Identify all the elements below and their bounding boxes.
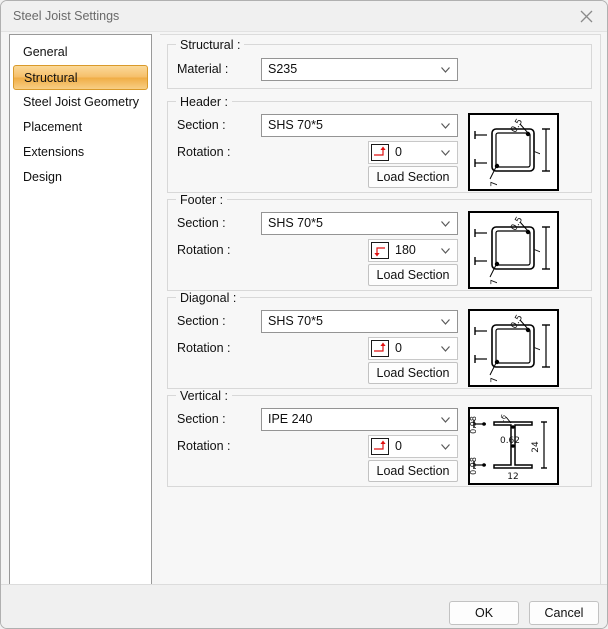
cancel-button[interactable]: Cancel: [529, 601, 599, 625]
ok-button-label: OK: [475, 606, 493, 620]
footer-group-title: Footer :: [176, 193, 227, 207]
vertical-load-section-button[interactable]: Load Section: [368, 460, 458, 482]
settings-content-panel: Structural : Material : S235 Header : Se…: [160, 34, 601, 614]
title-bar: Steel Joist Settings: [1, 1, 608, 32]
sidebar-item-label: Design: [23, 170, 62, 184]
vertical-group-title: Vertical :: [176, 389, 232, 403]
header-section-value: SHS 70*5: [268, 118, 323, 132]
sidebar-item-label: Extensions: [23, 145, 84, 159]
header-rotation-select[interactable]: 0: [368, 141, 458, 164]
header-rotation-label: Rotation :: [177, 145, 231, 159]
header-group-title: Header :: [176, 95, 232, 109]
chevron-down-icon: [441, 221, 450, 227]
vertical-load-section-label: Load Section: [377, 464, 450, 478]
svg-text:24: 24: [531, 441, 541, 453]
vertical-rotation-value: 0: [395, 439, 402, 453]
vertical-section-label: Section :: [177, 412, 226, 426]
diagonal-section-select[interactable]: SHS 70*5: [261, 310, 458, 333]
diagonal-load-section-label: Load Section: [377, 366, 450, 380]
close-icon[interactable]: [563, 1, 608, 31]
footer-group: Footer : Section : SHS 70*5 Rotation : 1…: [167, 199, 592, 291]
arrow-left-icon: [371, 242, 389, 259]
sidebar-item-extensions[interactable]: Extensions: [13, 140, 148, 165]
svg-text:7: 7: [533, 346, 543, 352]
sidebar-item-placement[interactable]: Placement: [13, 115, 148, 140]
svg-text:7: 7: [533, 150, 543, 156]
sidebar-item-label: Steel Joist Geometry: [23, 95, 139, 109]
vertical-group: Vertical : Section : IPE 240 Rotation : …: [167, 395, 592, 487]
chevron-down-icon: [441, 67, 450, 73]
footer-section-preview: 7 7 0.5: [468, 211, 559, 289]
svg-text:7: 7: [490, 181, 500, 187]
chevron-down-icon: [441, 417, 450, 423]
vertical-section-preview: 0.98 0.98 24 12 0.62: [468, 407, 559, 485]
material-value: S235: [268, 62, 297, 76]
diagonal-rotation-label: Rotation :: [177, 341, 231, 355]
structural-group-title: Structural :: [176, 38, 244, 52]
svg-text:0.5: 0.5: [509, 313, 525, 330]
diagonal-rotation-select[interactable]: 0: [368, 337, 458, 360]
header-section-preview: 7 7 0.5: [468, 113, 559, 191]
chevron-down-icon: [441, 444, 450, 450]
arrow-right-icon: [371, 340, 389, 357]
diagonal-rotation-value: 0: [395, 341, 402, 355]
chevron-down-icon: [441, 346, 450, 352]
diagonal-group-title: Diagonal :: [176, 291, 240, 305]
ok-button[interactable]: OK: [449, 601, 519, 625]
diagonal-section-value: SHS 70*5: [268, 314, 323, 328]
header-section-select[interactable]: SHS 70*5: [261, 114, 458, 137]
svg-text:0.98: 0.98: [470, 457, 478, 475]
sidebar-item-label: General: [23, 45, 67, 59]
header-load-section-label: Load Section: [377, 170, 450, 184]
footer-section-select[interactable]: SHS 70*5: [261, 212, 458, 235]
svg-text:0.98: 0.98: [470, 416, 478, 434]
vertical-rotation-select[interactable]: 0: [368, 435, 458, 458]
footer-section-label: Section :: [177, 216, 226, 230]
svg-text:7: 7: [533, 248, 543, 254]
header-load-section-button[interactable]: Load Section: [368, 166, 458, 188]
header-rotation-value: 0: [395, 145, 402, 159]
arrow-right-icon: [371, 144, 389, 161]
footer-load-section-label: Load Section: [377, 268, 450, 282]
footer-section-value: SHS 70*5: [268, 216, 323, 230]
sidebar-item-general[interactable]: General: [13, 40, 148, 65]
vertical-section-select[interactable]: IPE 240: [261, 408, 458, 431]
footer-rotation-select[interactable]: 180: [368, 239, 458, 262]
vertical-rotation-label: Rotation :: [177, 439, 231, 453]
footer-load-section-button[interactable]: Load Section: [368, 264, 458, 286]
steel-joist-settings-dialog: Steel Joist Settings General Structural …: [0, 0, 608, 629]
header-group: Header : Section : SHS 70*5 Rotation : 0: [167, 101, 592, 193]
chevron-down-icon: [441, 150, 450, 156]
svg-text:7: 7: [490, 377, 500, 383]
structural-group: Structural : Material : S235: [167, 44, 592, 89]
vertical-section-value: IPE 240: [268, 412, 312, 426]
chevron-down-icon: [441, 319, 450, 325]
diagonal-load-section-button[interactable]: Load Section: [368, 362, 458, 384]
diagonal-group: Diagonal : Section : SHS 70*5 Rotation :…: [167, 297, 592, 389]
diagonal-section-label: Section :: [177, 314, 226, 328]
svg-text:7: 7: [490, 279, 500, 285]
footer-rotation-value: 180: [395, 243, 416, 257]
material-select[interactable]: S235: [261, 58, 458, 81]
diagonal-section-preview: 7 7 0.5: [468, 309, 559, 387]
sidebar-item-label: Structural: [24, 71, 78, 85]
chevron-down-icon: [441, 123, 450, 129]
window-title: Steel Joist Settings: [13, 9, 119, 23]
arrow-right-icon: [371, 438, 389, 455]
svg-text:0.62: 0.62: [500, 436, 520, 446]
chevron-down-icon: [441, 248, 450, 254]
sidebar-item-design[interactable]: Design: [13, 165, 148, 190]
material-label: Material :: [177, 62, 228, 76]
svg-text:0.5: 0.5: [509, 117, 525, 134]
svg-text:0.5: 0.5: [509, 215, 525, 232]
sidebar-item-label: Placement: [23, 120, 82, 134]
sidebar-item-structural[interactable]: Structural: [13, 65, 148, 90]
sidebar-item-steel-joist-geometry[interactable]: Steel Joist Geometry: [13, 90, 148, 115]
cancel-button-label: Cancel: [545, 606, 584, 620]
sidebar-nav: General Structural Steel Joist Geometry …: [9, 34, 152, 614]
footer-rotation-label: Rotation :: [177, 243, 231, 257]
header-section-label: Section :: [177, 118, 226, 132]
svg-text:12: 12: [507, 472, 518, 482]
